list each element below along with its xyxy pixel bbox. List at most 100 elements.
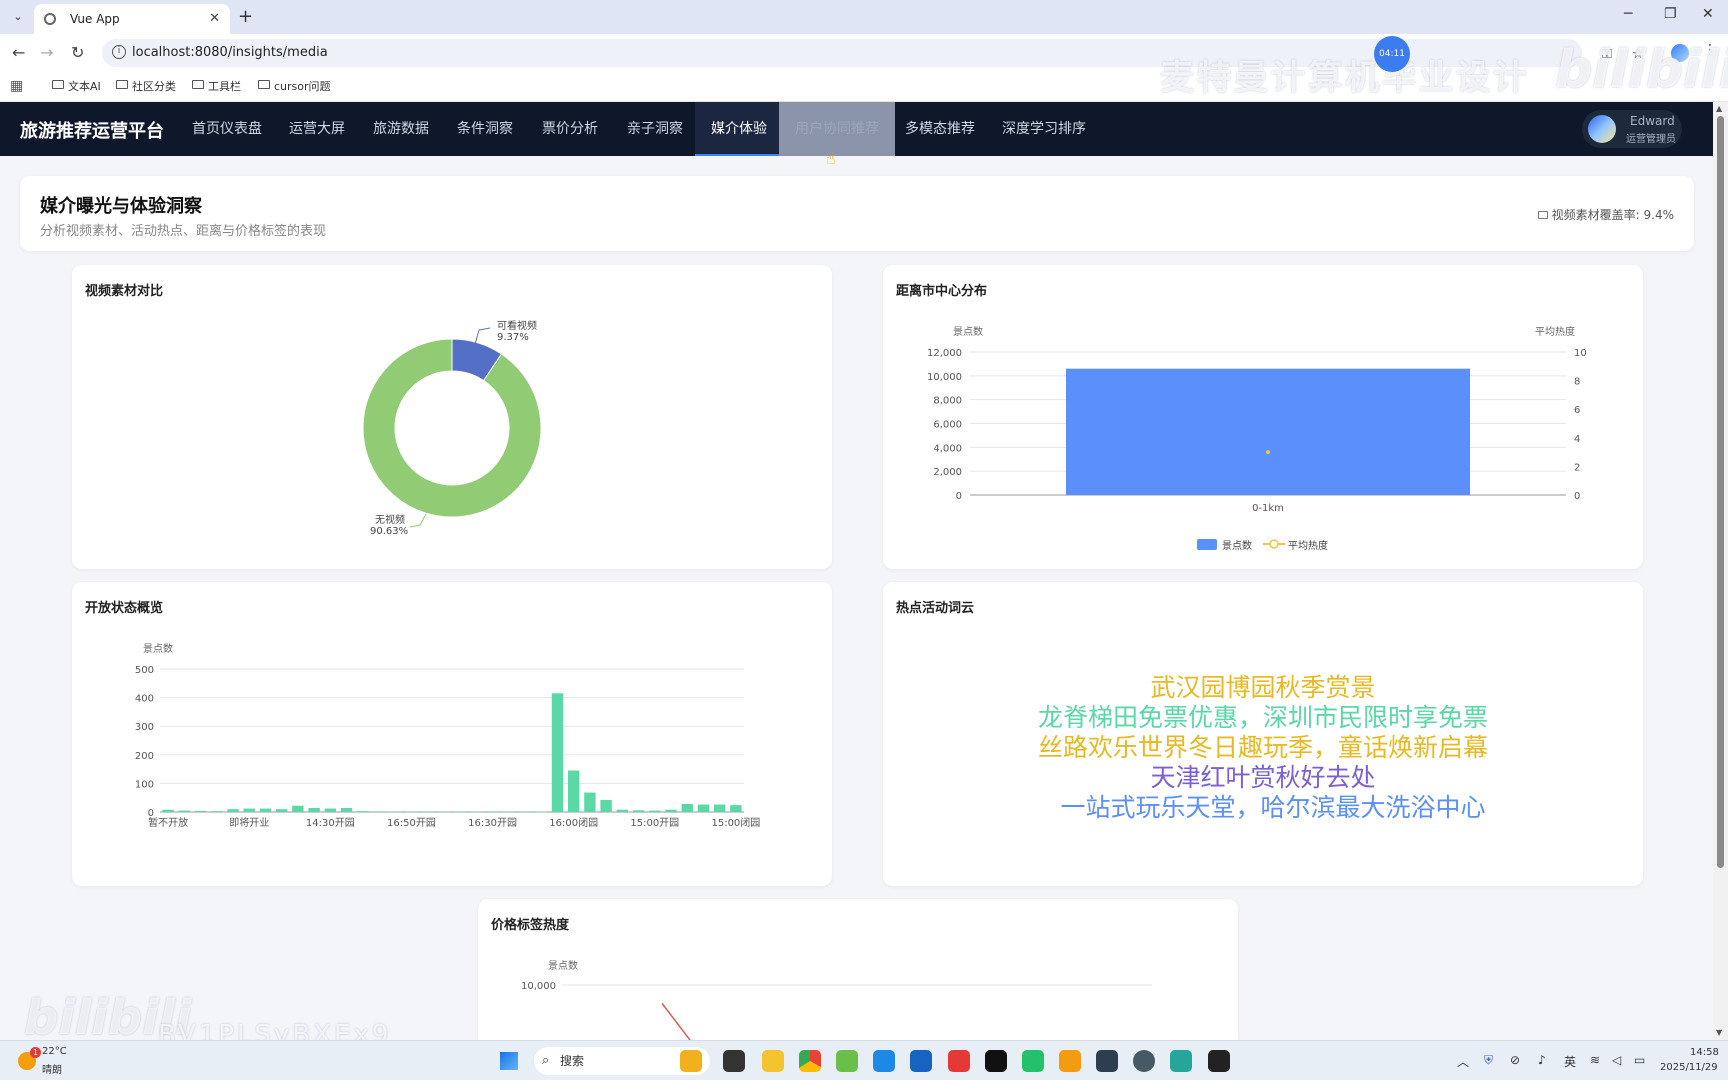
restore-icon[interactable]: ❐	[1664, 6, 1677, 22]
word-cloud-card: 热点活动词云 武汉园博园秋季赏景 龙脊梯田免票优惠，深圳市民限时享免票 丝路欢乐…	[883, 582, 1643, 886]
url-text[interactable]: localhost:8080/insights/media	[132, 45, 328, 60]
taskbar-app-icon[interactable]	[1133, 1050, 1155, 1072]
taskbar-app-icon[interactable]	[910, 1050, 932, 1072]
clock-time[interactable]: 14:58	[1690, 1047, 1719, 1058]
taskbar-app-icon[interactable]	[985, 1050, 1007, 1072]
card-title: 热点活动词云	[896, 601, 975, 616]
chrome-icon[interactable]	[799, 1050, 821, 1072]
pie-leader-line	[409, 513, 427, 528]
y-tick-label: 0	[956, 491, 962, 502]
distance-bar-chart: 景点数 平均热度02,0004,0006,0008,00010,00012,000…	[927, 325, 1587, 552]
terminal-icon[interactable]	[1208, 1050, 1230, 1072]
y-axis-label: 景点数	[548, 959, 578, 972]
minimize-icon[interactable]: ─	[1624, 6, 1632, 22]
input-method[interactable]: 英	[1564, 1053, 1576, 1070]
folder-icon	[192, 80, 204, 89]
y-axis-label: 景点数	[143, 642, 173, 655]
bar	[178, 810, 191, 812]
globe-icon	[44, 13, 56, 25]
nav-item-media-experience[interactable]: 媒介体验	[695, 102, 783, 156]
x-tick-label: 即将开业	[229, 817, 269, 829]
wps-icon[interactable]	[948, 1050, 970, 1072]
nav-item-big-screen[interactable]: 运营大屏	[273, 102, 361, 156]
reload-icon[interactable]: ↻	[71, 43, 84, 62]
file-explorer-icon[interactable]	[762, 1050, 784, 1072]
bar	[665, 809, 677, 812]
shield-icon[interactable]: ⛨	[1484, 1053, 1493, 1068]
x-tick-label: 16:30开园	[468, 817, 517, 829]
tray-chevron-icon[interactable]: ︿	[1457, 1053, 1469, 1070]
weather-badge: 1	[30, 1047, 41, 1058]
windows-start-icon[interactable]	[500, 1052, 518, 1070]
bilibili-watermark-logo: bilibili	[1555, 40, 1728, 100]
page-scrollbar[interactable]: ▲ ▼	[1713, 102, 1728, 1040]
user-menu[interactable]: Edward 运营管理员	[1582, 110, 1682, 148]
y-axis-label-right: 平均热度	[1535, 325, 1575, 338]
battery-icon[interactable]: ▭	[1634, 1053, 1645, 1067]
bar	[551, 693, 564, 812]
forward-arrow-icon[interactable]: →	[40, 43, 53, 62]
y-tick-label: 500	[135, 665, 154, 676]
price-tag-line-chart: 景点数10,0008,000	[521, 959, 1152, 1040]
word-cloud-term: 一站式玩乐天堂，哈尔滨最大洗浴中心	[1060, 793, 1486, 822]
video-icon	[1537, 211, 1548, 219]
clock-date[interactable]: 2025/11/29	[1660, 1062, 1718, 1073]
nav-item-user-cf[interactable]: 用户协同推荐	[779, 102, 895, 156]
y-tick-label-right: 10	[1574, 348, 1587, 359]
apps-grid-icon[interactable]: ▦	[10, 78, 23, 94]
weather-temperature[interactable]: 22°C	[42, 1046, 67, 1057]
nav-item-travel-data[interactable]: 旅游数据	[357, 102, 445, 156]
taskbar-app-icon[interactable]	[873, 1050, 895, 1072]
taskbar-app-icon[interactable]	[1096, 1050, 1118, 1072]
network-off-icon[interactable]: ⊘	[1510, 1053, 1520, 1067]
microphone-icon[interactable]: ♪	[1538, 1053, 1546, 1067]
volume-icon[interactable]: ◁	[1612, 1053, 1621, 1067]
close-tab-icon[interactable]: ✕	[209, 4, 220, 34]
bookmark-folder[interactable]: 文本AI	[52, 78, 101, 94]
taskbar-app-icon[interactable]	[1170, 1050, 1192, 1072]
x-tick-label: 暂不开放	[148, 816, 188, 829]
recording-timer: 04:11	[1374, 36, 1410, 72]
scrollbar-thumb[interactable]	[1717, 116, 1724, 868]
price-line	[661, 1002, 691, 1040]
search-icon: ⌕	[542, 1053, 550, 1068]
bar	[649, 810, 661, 812]
task-view-icon[interactable]	[723, 1050, 745, 1072]
bar	[227, 809, 239, 812]
bar	[421, 811, 434, 813]
nav-item-deep-ranking[interactable]: 深度学习排序	[986, 102, 1102, 156]
bookmark-folder[interactable]: cursor问题	[258, 78, 331, 94]
x-tick-label: 14:30开园	[306, 817, 355, 829]
page-subtitle: 分析视频素材、活动热点、距离与价格标签的表现	[40, 224, 327, 239]
bookmark-folder[interactable]: 工具栏	[192, 78, 241, 94]
nav-item-fare-analysis[interactable]: 票价分析	[526, 102, 614, 156]
new-tab-plus-icon[interactable]: +	[238, 6, 253, 27]
x-tick-label: 0-1km	[1252, 503, 1284, 514]
site-info-icon[interactable]: i	[112, 45, 126, 59]
back-arrow-icon[interactable]: ←	[12, 43, 25, 62]
taskbar-app-icon[interactable]	[836, 1050, 858, 1072]
windows-taskbar: 1 22°C 晴朗 ⌕ 搜索 ︿ ⛨ ⊘ ♪ 英 ≋ ◁ ▭ 14:58 202…	[0, 1040, 1728, 1080]
nav-item-dashboard[interactable]: 首页仪表盘	[176, 102, 278, 156]
browser-tab[interactable]: Vue App ✕	[34, 4, 230, 34]
bookmark-folder[interactable]: 社区分类	[116, 78, 176, 94]
close-window-icon[interactable]: ✕	[1702, 6, 1714, 22]
scroll-down-arrow-icon[interactable]: ▼	[1716, 1028, 1722, 1037]
y-tick-label: 4,000	[933, 443, 962, 454]
pycharm-icon[interactable]	[1022, 1050, 1044, 1072]
nav-item-family-insight[interactable]: 亲子洞察	[611, 102, 699, 156]
taskbar-app-icon[interactable]	[680, 1050, 702, 1072]
bar	[600, 799, 612, 812]
weather-description[interactable]: 晴朗	[42, 1061, 62, 1076]
taskbar-app-icon[interactable]	[1059, 1050, 1081, 1072]
tab-list-chevron-icon[interactable]: ⌄	[8, 7, 28, 27]
wifi-icon[interactable]: ≋	[1590, 1053, 1600, 1067]
scroll-up-arrow-icon[interactable]: ▲	[1716, 104, 1722, 113]
bar	[373, 811, 385, 812]
nav-item-condition-insight[interactable]: 条件洞察	[441, 102, 529, 156]
browser-tab-bar: ⌄ Vue App ✕ + ─ ❐ ✕	[0, 0, 1728, 34]
bar	[503, 811, 515, 813]
nav-item-multimodal[interactable]: 多模态推荐	[889, 102, 991, 156]
bar	[730, 805, 742, 812]
legend-label: 平均热度	[1288, 539, 1328, 552]
